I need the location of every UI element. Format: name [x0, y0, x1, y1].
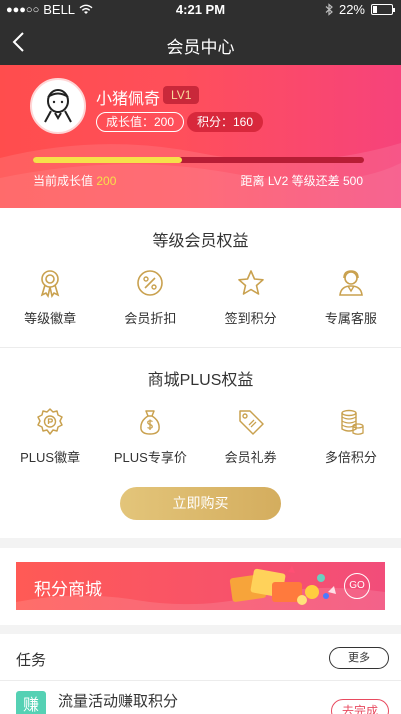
benefit-label: 签到积分 [224, 311, 277, 326]
go-complete-button[interactable]: 去完成 [331, 699, 389, 714]
service-icon [338, 270, 363, 296]
next-level-text: 距离 LV2 等级还差 500 [240, 172, 363, 189]
status-right: 22% [325, 2, 395, 17]
more-tasks-button[interactable]: 更多 [329, 647, 389, 669]
discount-icon [137, 270, 164, 296]
benefit-label: 专属客服 [324, 311, 377, 326]
tasks-title: 任务 [16, 652, 47, 669]
current-growth-text: 当前成长值 200 [33, 172, 116, 189]
level-benefits-title: 等级会员权益 [152, 233, 249, 250]
benefit-item-gift-coupon[interactable]: 会员礼券 [201, 407, 301, 466]
battery-percent: 22% [338, 2, 365, 17]
benefit-item-service[interactable]: 专属客服 [301, 268, 401, 327]
benefit-label: 会员折扣 [124, 311, 177, 326]
task-name: 流量活动赚取积分 [58, 693, 179, 710]
task-earn-icon: 赚 [16, 691, 46, 714]
benefit-label: 多倍积分 [324, 450, 377, 465]
plus-badge-icon [37, 408, 63, 435]
battery-icon [371, 4, 395, 15]
benefit-label: PLUS专享价 [113, 450, 187, 465]
bluetooth-icon [325, 3, 333, 16]
current-growth-label: 当前成长值 [33, 174, 94, 188]
benefit-item-plus-price[interactable]: PLUS专享价 [100, 407, 200, 466]
points-pill: 积分：160 [187, 112, 264, 132]
go-button[interactable]: GO [344, 573, 370, 599]
nav-bar: 会员中心 [0, 20, 401, 65]
star-icon [237, 270, 264, 295]
member-header: 小猪佩奇 LV1 成长值：200 积分：160 当前成长值 200 距离 LV2… [0, 65, 401, 208]
benefit-item-discount[interactable]: 会员折扣 [100, 268, 200, 327]
points-mall-section: 积分商城 GO [0, 548, 401, 625]
section-divider [0, 347, 401, 348]
next-level-value: 500 [342, 174, 363, 188]
level-benefits-row: 等级徽章 会员折扣 签到积分 专属客服 [0, 268, 401, 327]
benefit-item-plus-badge[interactable]: PLUS徽章 [0, 407, 100, 466]
benefit-label: PLUS徽章 [20, 450, 81, 465]
benefit-item-medal[interactable]: 等级徽章 [0, 268, 100, 327]
task-divider [0, 680, 401, 681]
money-bag-icon [140, 410, 161, 435]
buy-now-button[interactable]: 立即购买 [120, 487, 281, 520]
benefit-label: 等级徽章 [24, 311, 77, 326]
tasks-section: 任务 更多 赚 流量活动赚取积分 去完成 [0, 634, 401, 714]
username: 小猪佩奇 [96, 91, 161, 108]
coupon-tag-icon [238, 410, 264, 435]
growth-progress-bar [33, 157, 364, 163]
plus-benefits-row: PLUS徽章 PLUS专享价 会员礼券 多倍积分 [0, 407, 401, 466]
points-mall-title: 积分商城 [34, 580, 102, 599]
status-bar: ●●●○○ BELL 4:21 PM 22% [0, 0, 401, 20]
user-avatar-icon [44, 89, 72, 123]
benefits-card: 等级会员权益 等级徽章 会员折扣 签到积分 专属客服 商城PLUS权益 PLUS… [0, 208, 401, 538]
coin-stack-icon [341, 409, 364, 435]
level-badge: LV1 [163, 86, 200, 104]
current-growth-value: 200 [96, 174, 117, 188]
page-title: 会员中心 [166, 38, 235, 57]
plus-benefits-title: 商城PLUS权益 [147, 372, 254, 389]
benefit-item-multi-points[interactable]: 多倍积分 [301, 407, 401, 466]
benefit-label: 会员礼券 [224, 450, 277, 465]
next-level-label: 距离 LV2 等级还差 [240, 174, 340, 188]
benefit-item-checkin[interactable]: 签到积分 [201, 268, 301, 327]
medal-icon [40, 270, 60, 298]
growth-value-pill: 成长值：200 [96, 112, 185, 132]
points-mall-banner[interactable]: 积分商城 GO [16, 562, 385, 610]
growth-progress-fill [33, 157, 182, 163]
avatar[interactable] [30, 78, 86, 134]
